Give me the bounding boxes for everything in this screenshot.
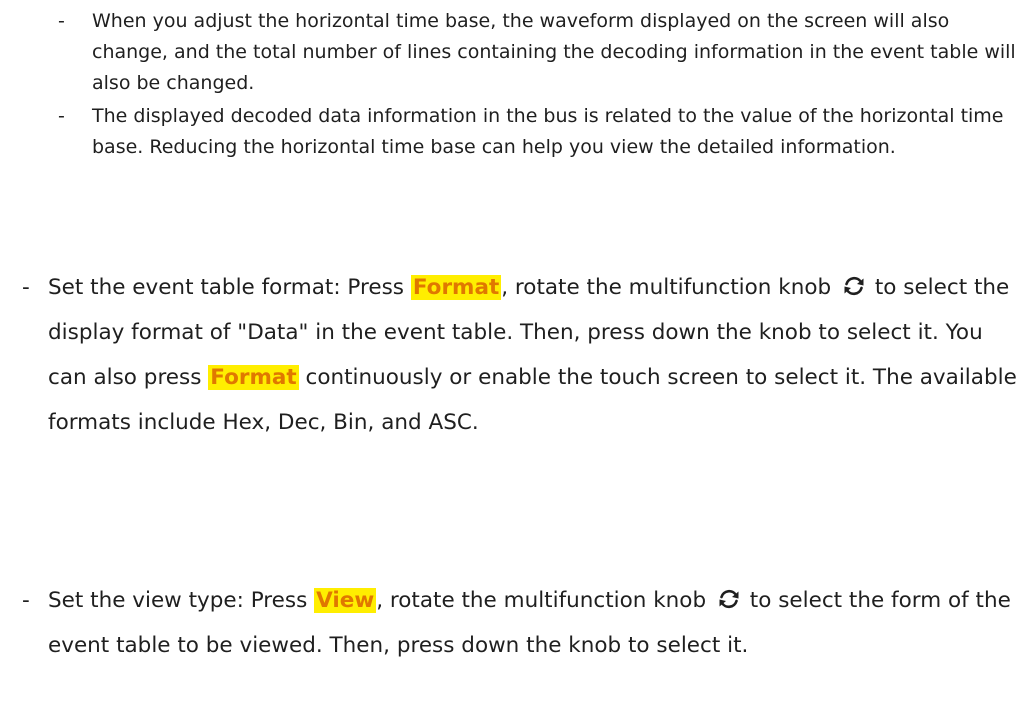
text-segment: , rotate the multifunction knob xyxy=(376,588,713,613)
bullet-text: Set the event table format: Press Format… xyxy=(48,265,1022,445)
bullet-set-view-type: - Set the view type: Press View, rotate … xyxy=(22,578,1022,668)
bullet-text: Set the view type: Press View, rotate th… xyxy=(48,578,1022,668)
bullet-dash: - xyxy=(58,10,65,32)
sub-bullet-time-base-change: - When you adjust the horizontal time ba… xyxy=(58,6,1024,99)
bullet-set-event-table-format: - Set the event table format: Press Form… xyxy=(22,265,1022,445)
format-key: Format xyxy=(208,365,299,390)
bullet-dash: - xyxy=(58,105,65,127)
text-segment: , rotate the multifunction knob xyxy=(501,275,838,300)
manual-page: - When you adjust the horizontal time ba… xyxy=(0,0,1036,702)
sub-bullet-text: When you adjust the horizontal time base… xyxy=(92,10,1016,94)
rotate-knob-icon xyxy=(719,589,739,609)
text-segment: Set the event table format: Press xyxy=(48,275,411,300)
text-segment: Set the view type: Press xyxy=(48,588,315,613)
sub-bullet-text: The displayed decoded data information i… xyxy=(92,105,1004,158)
bullet-dash: - xyxy=(22,275,30,300)
sub-bullet-decoded-data: - The displayed decoded data information… xyxy=(58,101,1024,163)
view-key: View xyxy=(314,588,377,613)
format-key: Format xyxy=(410,275,502,300)
rotate-knob-icon xyxy=(844,276,864,296)
bullet-dash: - xyxy=(22,588,30,613)
